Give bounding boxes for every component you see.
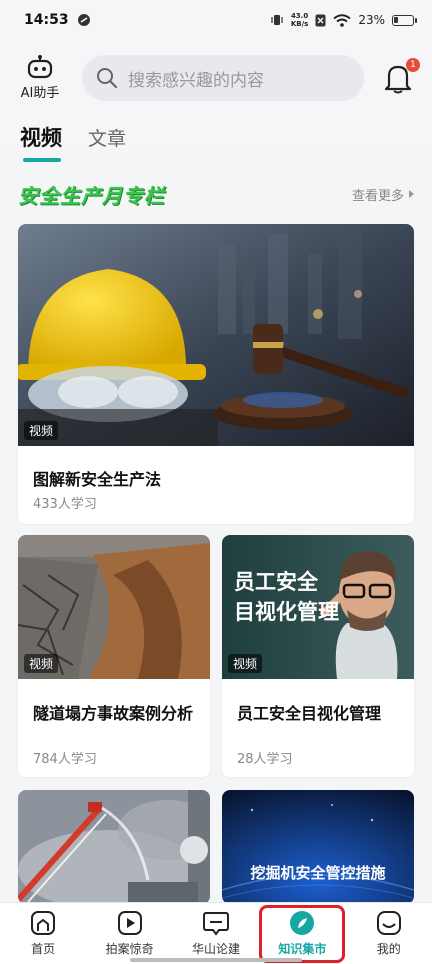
- video-title: 隧道塌方事故案例分析: [33, 704, 194, 723]
- nav-home-label: 首页: [31, 942, 56, 956]
- thumbnail-caption: 员工安全 目视化管理: [234, 567, 339, 627]
- nav-forum[interactable]: 华山论建: [173, 905, 259, 963]
- battery-icon: [392, 14, 417, 26]
- chat-icon: [202, 912, 229, 936]
- nav-home[interactable]: 首页: [0, 905, 86, 963]
- video-thumbnail: 员工安全 目视化管理 视频: [222, 535, 414, 679]
- status-left: 14:53: [24, 12, 91, 28]
- video-card[interactable]: [18, 790, 210, 904]
- home-icon: [31, 911, 56, 935]
- thumbnail-image: [222, 790, 414, 904]
- section-header: 安全生产月专栏 查看更多: [18, 178, 414, 210]
- net-speed-unit: KB/s: [290, 20, 309, 28]
- vibrate-icon: [271, 15, 283, 25]
- ai-assistant-button[interactable]: AI助手: [16, 55, 64, 101]
- nav-videos[interactable]: 拍案惊奇: [87, 905, 173, 963]
- video-card[interactable]: 视频 隧道塌方事故案例分析 784人学习: [18, 535, 210, 777]
- tab-video[interactable]: 视频: [20, 116, 62, 162]
- robot-icon: [27, 55, 53, 79]
- tab-article[interactable]: 文章: [88, 116, 126, 151]
- battery-percent: 23%: [358, 13, 385, 27]
- view-more-label: 查看更多: [351, 188, 404, 204]
- video-thumbnail: 视频: [18, 535, 210, 679]
- app-notification-icon: [77, 14, 90, 26]
- video-thumbnail: 挖掘机安全管控措施: [222, 790, 414, 904]
- net-speed: 43.0 KB/s: [291, 12, 308, 28]
- video-card[interactable]: 视频 图解新安全生产法 433人学习: [18, 224, 414, 524]
- video-learners: 784人学习: [33, 752, 97, 767]
- search-icon: [97, 68, 118, 89]
- sim-icon: [315, 14, 326, 26]
- nav-profile[interactable]: 我的: [346, 905, 432, 963]
- nav-profile-label: 我的: [376, 942, 401, 956]
- home-indicator[interactable]: [130, 958, 302, 962]
- notification-badge: 1: [406, 58, 420, 72]
- compass-icon: [290, 911, 315, 935]
- bottom-navigation: 首页 拍案惊奇 华山论建 知识集市 我的: [0, 902, 432, 964]
- video-tag: 视频: [228, 654, 263, 673]
- status-right: 43.0 KB/s 23%: [270, 12, 417, 28]
- wifi-icon: [333, 13, 351, 27]
- thumbnail-image: [18, 224, 414, 446]
- nav-knowledge-market-label: 知识集市: [278, 942, 327, 956]
- search-input[interactable]: 搜索感兴趣的内容: [82, 55, 364, 101]
- ai-assistant-label: AI助手: [20, 86, 60, 101]
- video-icon: [117, 911, 142, 935]
- search-placeholder: 搜索感兴趣的内容: [128, 70, 264, 91]
- video-card[interactable]: 挖掘机安全管控措施: [222, 790, 414, 904]
- video-thumbnail: 视频: [18, 224, 414, 446]
- net-speed-value: 43.0: [290, 12, 309, 20]
- video-tag: 视频: [24, 654, 59, 673]
- video-learners: 433人学习: [33, 497, 97, 512]
- top-header: AI助手 搜索感兴趣的内容 1: [0, 40, 432, 116]
- nav-forum-label: 华山论建: [191, 942, 240, 956]
- thumbnail-caption-line-1: 员工安全: [234, 570, 318, 594]
- section-title: 安全生产月专栏: [18, 183, 165, 208]
- view-more-link[interactable]: 查看更多: [352, 185, 414, 204]
- video-tag: 视频: [24, 421, 59, 440]
- thumbnail-image: [18, 790, 210, 904]
- notification-button[interactable]: 1: [384, 58, 420, 94]
- video-thumbnail: [18, 790, 210, 904]
- video-learners: 28人学习: [237, 752, 293, 767]
- video-card[interactable]: 员工安全 目视化管理 视频 员工安全目视化管理 28人学习: [222, 535, 414, 777]
- profile-icon: [376, 911, 401, 935]
- video-title: 图解新安全生产法: [33, 470, 162, 489]
- nav-videos-label: 拍案惊奇: [105, 942, 154, 956]
- content-tabs: 视频 文章: [0, 116, 432, 168]
- status-time: 14:53: [24, 12, 69, 28]
- arrow-right-icon: [409, 190, 414, 198]
- video-title: 员工安全目视化管理: [237, 704, 382, 723]
- thumbnail-caption-line-2: 目视化管理: [234, 600, 339, 624]
- nav-knowledge-market[interactable]: 知识集市: [259, 904, 346, 963]
- status-bar: 14:53 43.0 KB/s 23%: [0, 0, 432, 40]
- thumbnail-caption: 挖掘机安全管控措施: [250, 864, 386, 882]
